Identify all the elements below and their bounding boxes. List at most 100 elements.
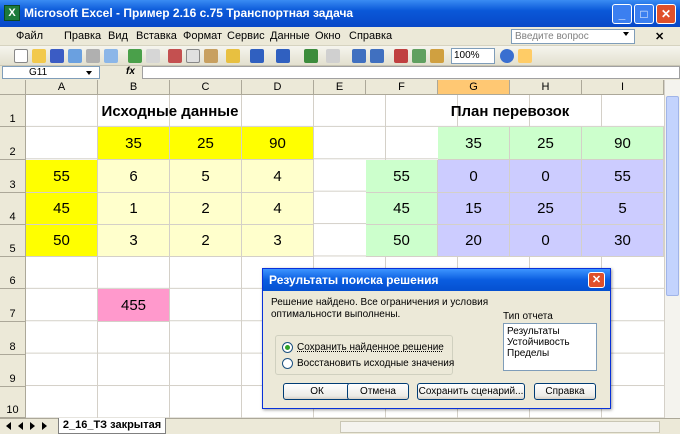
help-icon[interactable] xyxy=(500,49,514,63)
supply-cell[interactable]: 55 xyxy=(26,160,98,193)
first-sheet-icon[interactable] xyxy=(6,422,11,430)
plan-supply-cell[interactable]: 45 xyxy=(366,193,438,225)
format-painter-icon[interactable] xyxy=(226,49,240,63)
help-search-dropdown-icon[interactable] xyxy=(623,32,629,36)
cost-cell[interactable]: 2 xyxy=(170,225,242,257)
row-header-10[interactable]: 10 xyxy=(0,387,26,418)
column-header-h[interactable]: H xyxy=(510,80,582,95)
sheet-tab-active[interactable]: 2_16_ТЗ закрытая xyxy=(58,418,166,434)
column-header-g[interactable]: G xyxy=(438,80,510,95)
cost-cell[interactable]: 3 xyxy=(242,225,314,257)
menu-format[interactable]: Формат xyxy=(183,30,222,42)
menu-edit[interactable]: Правка xyxy=(64,30,101,42)
print-preview-icon[interactable] xyxy=(104,49,118,63)
cost-cell[interactable]: 4 xyxy=(242,160,314,193)
supply-cell[interactable]: 50 xyxy=(26,225,98,257)
plan-cell[interactable]: 0 xyxy=(510,160,582,193)
report-item[interactable]: Результаты xyxy=(507,326,593,337)
column-header-b[interactable]: B xyxy=(98,80,170,95)
cost-cell[interactable]: 4 xyxy=(242,193,314,225)
row-header-9[interactable]: 9 xyxy=(0,355,26,387)
drawing-icon[interactable] xyxy=(412,49,426,63)
plan-supply-cell[interactable]: 55 xyxy=(366,160,438,193)
permission-icon[interactable] xyxy=(68,49,82,63)
row-header-3[interactable]: 3 xyxy=(0,160,26,193)
restore-values-option[interactable]: Восстановить исходные значения xyxy=(282,358,454,369)
row-header-8[interactable]: 8 xyxy=(0,322,26,355)
new-document-icon[interactable] xyxy=(14,49,28,63)
dialog-close-button[interactable]: ✕ xyxy=(588,272,605,288)
plan-demand-cell[interactable]: 35 xyxy=(438,127,510,160)
plan-demand-cell[interactable]: 90 xyxy=(582,127,664,160)
supply-cell[interactable]: 45 xyxy=(26,193,98,225)
row-header-4[interactable]: 4 xyxy=(0,193,26,225)
menu-insert[interactable]: Вставка xyxy=(136,30,177,42)
plan-cell[interactable]: 25 xyxy=(510,193,582,225)
plan-demand-cell[interactable]: 25 xyxy=(510,127,582,160)
column-header-f[interactable]: F xyxy=(366,80,438,95)
row-header-5[interactable]: 5 xyxy=(0,225,26,257)
row-header-6[interactable]: 6 xyxy=(0,257,26,289)
total-cost-cell[interactable]: 455 xyxy=(98,289,170,322)
chart-wizard-icon[interactable] xyxy=(394,49,408,63)
view-toggle-icon[interactable] xyxy=(430,49,444,63)
plan-cell[interactable]: 15 xyxy=(438,193,510,225)
menu-view[interactable]: Вид xyxy=(108,30,128,42)
demand-cell[interactable]: 25 xyxy=(170,127,242,160)
insert-function-icon[interactable]: fx xyxy=(126,66,135,77)
plan-cell[interactable]: 30 xyxy=(582,225,664,257)
select-all-corner[interactable] xyxy=(0,80,26,95)
cost-cell[interactable]: 2 xyxy=(170,193,242,225)
plan-cell[interactable]: 20 xyxy=(438,225,510,257)
name-box-dropdown-icon[interactable] xyxy=(86,71,92,75)
radio-unselected-icon[interactable] xyxy=(282,358,293,369)
cancel-button[interactable]: Отмена xyxy=(347,383,409,400)
minimize-button[interactable]: _ xyxy=(612,4,632,24)
spelling-icon[interactable] xyxy=(128,49,142,63)
ok-button[interactable]: ОК xyxy=(283,383,351,400)
horizontal-scrollbar[interactable] xyxy=(340,421,660,433)
research-icon[interactable] xyxy=(146,49,160,63)
autosum-icon[interactable] xyxy=(326,49,340,63)
plan-cell[interactable]: 0 xyxy=(510,225,582,257)
column-header-i[interactable]: I xyxy=(582,80,664,95)
plan-cell[interactable]: 5 xyxy=(582,193,664,225)
save-icon[interactable] xyxy=(50,49,64,63)
prev-sheet-icon[interactable] xyxy=(18,422,23,430)
open-folder-icon[interactable] xyxy=(32,49,46,63)
plan-supply-cell[interactable]: 50 xyxy=(366,225,438,257)
plan-cell[interactable]: 55 xyxy=(582,160,664,193)
row-header-2[interactable]: 2 xyxy=(0,127,26,160)
column-header-d[interactable]: D xyxy=(242,80,314,95)
next-sheet-icon[interactable] xyxy=(30,422,35,430)
report-item[interactable]: Пределы xyxy=(507,348,593,359)
row-header-7[interactable]: 7 xyxy=(0,289,26,322)
save-scenario-button[interactable]: Сохранить сценарий... xyxy=(417,383,525,400)
column-header-a[interactable]: A xyxy=(26,80,98,95)
maximize-button[interactable]: □ xyxy=(634,4,654,24)
report-type-list[interactable]: Результаты Устойчивость Пределы xyxy=(503,323,597,371)
redo-icon[interactable] xyxy=(276,49,290,63)
document-close-button[interactable]: ✕ xyxy=(655,30,664,43)
help-button[interactable]: Справка xyxy=(534,383,596,400)
sort-descending-icon[interactable] xyxy=(370,49,384,63)
help-search-input[interactable]: Введите вопрос xyxy=(511,29,635,44)
menu-tools[interactable]: Сервис xyxy=(227,30,265,42)
plan-cell[interactable]: 0 xyxy=(438,160,510,193)
toolbar-options-icon[interactable] xyxy=(518,49,532,63)
hyperlink-icon[interactable] xyxy=(304,49,318,63)
column-header-e[interactable]: E xyxy=(314,80,366,95)
radio-selected-icon[interactable] xyxy=(282,342,293,353)
sort-ascending-icon[interactable] xyxy=(352,49,366,63)
keep-solution-option[interactable]: Сохранить найденное решение xyxy=(282,342,444,353)
paste-icon[interactable] xyxy=(204,49,218,63)
report-item[interactable]: Устойчивость xyxy=(507,337,593,348)
vertical-scrollbar[interactable] xyxy=(664,80,680,418)
last-sheet-icon[interactable] xyxy=(42,422,47,430)
cost-cell[interactable]: 6 xyxy=(98,160,170,193)
undo-icon[interactable] xyxy=(250,49,264,63)
menu-help[interactable]: Справка xyxy=(349,30,392,42)
copy-icon[interactable] xyxy=(186,49,200,63)
menu-window[interactable]: Окно xyxy=(315,30,341,42)
zoom-select[interactable]: 100% xyxy=(451,48,495,64)
